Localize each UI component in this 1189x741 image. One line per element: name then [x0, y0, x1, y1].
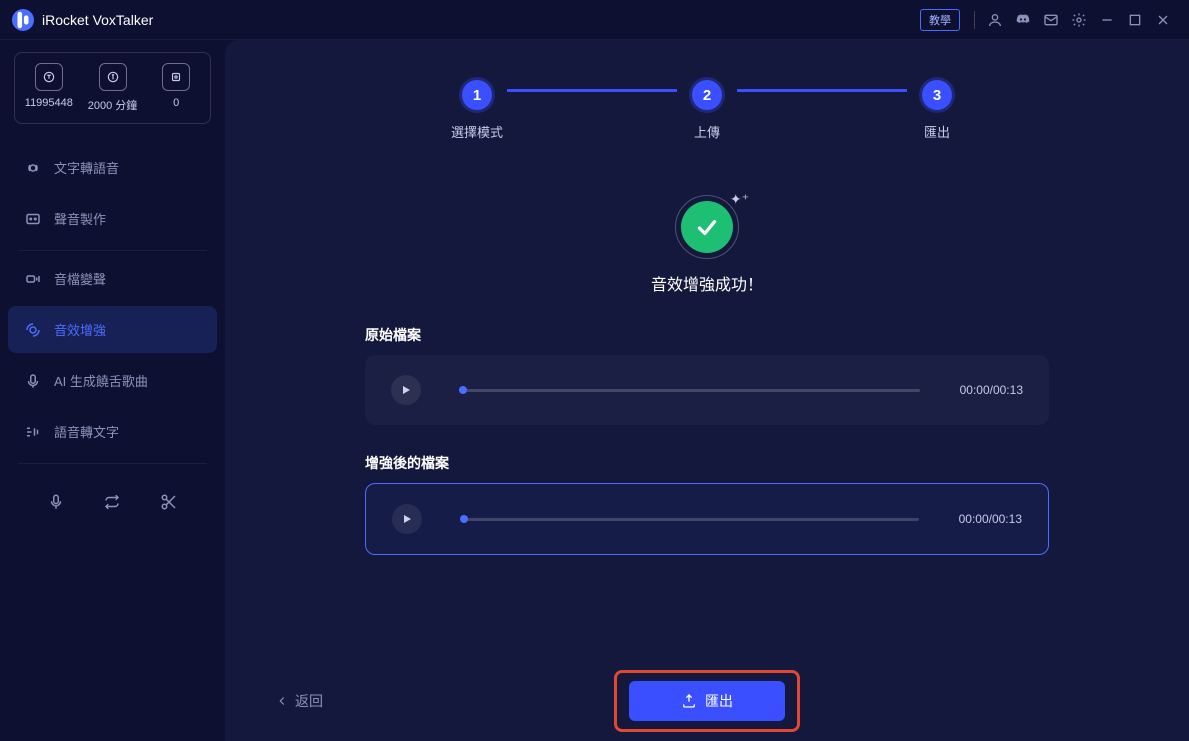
app-title: iRocket VoxTalker	[42, 12, 153, 28]
credit-value: 0	[148, 97, 204, 109]
step-label: 選擇模式	[447, 122, 507, 141]
mail-icon[interactable]	[1037, 6, 1065, 34]
voice-changer-icon	[24, 270, 42, 288]
step-number: 3	[922, 80, 952, 110]
time-display-enhanced: 00:00/00:13	[959, 512, 1022, 526]
discord-icon[interactable]	[1009, 6, 1037, 34]
original-label: 原始檔案	[365, 325, 1139, 345]
sidebar-item-voice-create[interactable]: 聲音製作	[8, 195, 217, 242]
mic-tool-icon[interactable]	[44, 490, 68, 514]
cut-tool-icon[interactable]	[157, 490, 181, 514]
sparkle-icon: ✦⁺	[730, 191, 749, 208]
export-button[interactable]: 匯出	[629, 681, 785, 721]
export-highlight: 匯出	[614, 670, 800, 732]
step-3: 3 匯出	[907, 80, 967, 141]
sidebar-item-label: 音檔變聲	[54, 269, 106, 288]
sidebar-item-audio-enhance[interactable]: 音效增強	[8, 306, 217, 353]
progress-track-enhanced[interactable]	[462, 518, 919, 521]
success-area: ✦⁺ 音效增強成功！	[275, 201, 1139, 295]
sidebar-item-label: 聲音製作	[54, 209, 106, 228]
success-check-icon: ✦⁺	[681, 201, 733, 253]
time-credit-icon	[99, 63, 127, 91]
sidebar-item-voice-changer[interactable]: 音檔變聲	[8, 255, 217, 302]
sidebar-item-label: AI 生成饒舌歌曲	[54, 371, 148, 390]
loop-tool-icon[interactable]	[100, 490, 124, 514]
credit-value: 2000 分鐘	[85, 97, 141, 113]
time-display-original: 00:00/00:13	[960, 383, 1023, 397]
success-message: 音效增強成功！	[275, 271, 1139, 295]
tts-icon	[24, 159, 42, 177]
sidebar-item-tts[interactable]: 文字轉語音	[8, 144, 217, 191]
credit-slot-songs[interactable]: 0	[148, 63, 204, 113]
sidebar: 11995448 2000 分鐘 0 文字轉語音 聲音製作 音檔變聲	[0, 40, 225, 741]
divider	[18, 463, 207, 464]
progress-track-original[interactable]	[461, 389, 920, 392]
credit-slot-chars[interactable]: 11995448	[21, 63, 77, 113]
sidebar-item-label: 音效增強	[54, 320, 106, 339]
credit-value: 11995448	[21, 97, 77, 109]
tutorial-button[interactable]: 教學	[920, 9, 960, 31]
text-credit-icon	[35, 63, 63, 91]
titlebar: iRocket VoxTalker 教學	[0, 0, 1189, 40]
song-credit-icon	[162, 63, 190, 91]
audio-enhance-icon	[24, 321, 42, 339]
app-logo-icon	[12, 9, 34, 31]
sidebar-item-ai-rap[interactable]: AI 生成饒舌歌曲	[8, 357, 217, 404]
step-connector	[737, 89, 907, 92]
step-connector	[507, 89, 677, 92]
progress-knob[interactable]	[460, 515, 468, 523]
stepper: 1 選擇模式 2 上傳 3 匯出	[275, 80, 1139, 141]
step-number: 2	[692, 80, 722, 110]
minimize-button[interactable]	[1093, 6, 1121, 34]
stt-icon	[24, 423, 42, 441]
sidebar-item-label: 文字轉語音	[54, 158, 119, 177]
sidebar-item-stt[interactable]: 語音轉文字	[8, 408, 217, 455]
back-label: 返回	[295, 691, 323, 711]
credits-panel: 11995448 2000 分鐘 0	[14, 52, 211, 124]
divider	[18, 250, 207, 251]
original-player: 00:00/00:13	[365, 355, 1049, 425]
progress-knob[interactable]	[459, 386, 467, 394]
main-content: 1 選擇模式 2 上傳 3 匯出 ✦⁺ 音效增強成功！ 原始檔案	[225, 40, 1189, 741]
export-label: 匯出	[705, 691, 733, 711]
step-1: 1 選擇模式	[447, 80, 507, 141]
step-label: 上傳	[677, 122, 737, 141]
play-button-enhanced[interactable]	[392, 504, 422, 534]
enhanced-player: 00:00/00:13	[365, 483, 1049, 555]
enhanced-label: 增強後的檔案	[365, 453, 1139, 473]
settings-icon[interactable]	[1065, 6, 1093, 34]
sidebar-item-label: 語音轉文字	[54, 422, 119, 441]
divider	[974, 11, 975, 29]
back-button[interactable]: 返回	[275, 691, 323, 711]
play-button-original[interactable]	[391, 375, 421, 405]
footer: 返回 匯出	[275, 681, 1139, 721]
ai-rap-icon	[24, 372, 42, 390]
user-icon[interactable]	[981, 6, 1009, 34]
maximize-button[interactable]	[1121, 6, 1149, 34]
close-button[interactable]	[1149, 6, 1177, 34]
tool-row	[8, 478, 217, 526]
credit-slot-minutes[interactable]: 2000 分鐘	[85, 63, 141, 113]
step-2: 2 上傳	[677, 80, 737, 141]
voice-create-icon	[24, 210, 42, 228]
step-number: 1	[462, 80, 492, 110]
step-label: 匯出	[907, 122, 967, 141]
